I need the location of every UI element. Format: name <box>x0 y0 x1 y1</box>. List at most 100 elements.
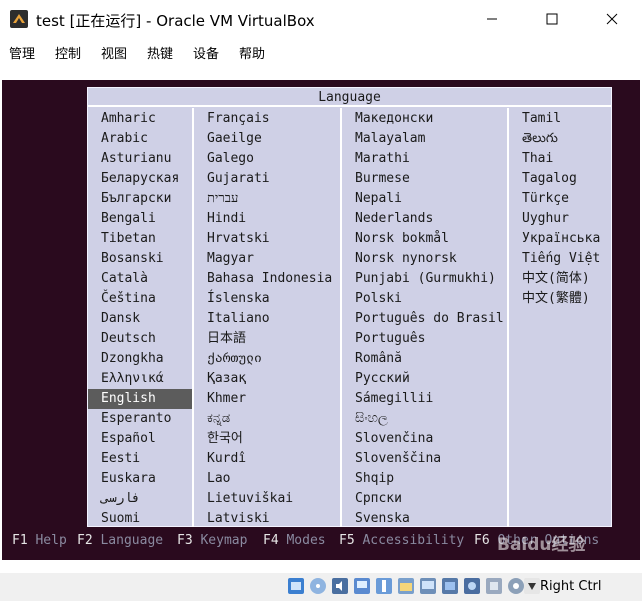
language-option[interactable]: Slovenščina <box>342 449 507 469</box>
language-option[interactable]: Tibetan <box>88 229 192 249</box>
language-option[interactable]: Malayalam <box>342 129 507 149</box>
language-option[interactable]: Amharic <box>88 109 192 129</box>
language-option[interactable]: Slovenčina <box>342 429 507 449</box>
language-option[interactable]: Eesti <box>88 449 192 469</box>
language-option[interactable]: Türkçe <box>509 189 613 209</box>
language-option[interactable]: Bengali <box>88 209 192 229</box>
language-option[interactable]: Punjabi (Gurmukhi) <box>342 269 507 289</box>
language-option[interactable]: ಕನ್ನಡ <box>194 409 340 429</box>
language-option[interactable]: Euskara <box>88 469 192 489</box>
language-option[interactable]: Dansk <box>88 309 192 329</box>
language-option[interactable]: 中文(简体) <box>509 269 613 289</box>
language-option[interactable]: Hindi <box>194 209 340 229</box>
language-option[interactable]: Marathi <box>342 149 507 169</box>
language-option[interactable]: Nepali <box>342 189 507 209</box>
language-option[interactable]: Gujarati <box>194 169 340 189</box>
fkey-f2[interactable]: F2 Language <box>77 531 163 551</box>
language-option[interactable]: فارسی <box>88 489 192 509</box>
language-option[interactable]: Български <box>88 189 192 209</box>
language-option[interactable]: Dzongkha <box>88 349 192 369</box>
language-option[interactable]: Magyar <box>194 249 340 269</box>
language-option[interactable]: Català <box>88 269 192 289</box>
audio-icon[interactable] <box>332 578 348 594</box>
language-option[interactable]: Suomi <box>88 509 192 529</box>
minimize-button[interactable] <box>469 0 515 38</box>
network-icon[interactable] <box>354 578 370 594</box>
language-option[interactable]: Norsk nynorsk <box>342 249 507 269</box>
language-option[interactable]: Uyghur <box>509 209 613 229</box>
language-option[interactable]: 日本語 <box>194 329 340 349</box>
language-option[interactable]: 한국어 <box>194 429 340 449</box>
language-option[interactable]: Deutsch <box>88 329 192 349</box>
fkey-f5[interactable]: F5 Accessibility <box>339 531 464 551</box>
language-option[interactable]: Khmer <box>194 389 340 409</box>
language-option[interactable]: Asturianu <box>88 149 192 169</box>
menu-manage[interactable]: 管理 <box>9 43 35 62</box>
language-option[interactable]: Македонски <box>342 109 507 129</box>
display-icon[interactable] <box>420 578 436 594</box>
fkey-f1[interactable]: F1 Help <box>12 531 67 551</box>
language-option[interactable]: Polski <box>342 289 507 309</box>
video-capture-icon[interactable] <box>442 578 458 594</box>
close-button[interactable] <box>589 0 635 38</box>
language-option[interactable]: Português <box>342 329 507 349</box>
language-option[interactable]: ქართული <box>194 349 340 369</box>
language-option[interactable]: Burmese <box>342 169 507 189</box>
vm-screen[interactable]: Language Amharic Arabic Asturianu Беларуска… <box>2 80 640 560</box>
language-option[interactable]: Gaeilge <box>194 129 340 149</box>
recording-icon[interactable] <box>464 578 480 594</box>
language-option[interactable]: עברית <box>194 189 340 209</box>
language-option[interactable]: Ελληνικά <box>88 369 192 389</box>
language-option[interactable]: Беларуская <box>88 169 192 189</box>
menu-control[interactable]: 控制 <box>55 43 81 62</box>
optical-drive-icon[interactable] <box>310 578 326 594</box>
language-menu: Language Amharic Arabic Asturianu Беларуска… <box>87 87 612 527</box>
language-option[interactable]: Thai <box>509 149 613 169</box>
language-option[interactable]: Íslenska <box>194 289 340 309</box>
language-option[interactable]: Latviski <box>194 509 340 529</box>
language-option[interactable]: Italiano <box>194 309 340 329</box>
language-option[interactable]: Português do Brasil <box>342 309 507 329</box>
menu-view[interactable]: 视图 <box>101 43 127 62</box>
language-option[interactable]: Kurdî <box>194 449 340 469</box>
language-option[interactable]: Română <box>342 349 507 369</box>
mouse-integration-icon[interactable] <box>508 578 524 594</box>
language-option[interactable]: Bosanski <box>88 249 192 269</box>
language-option[interactable]: සිංහල <box>342 409 507 429</box>
language-option[interactable]: Esperanto <box>88 409 192 429</box>
language-option[interactable]: Galego <box>194 149 340 169</box>
menu-devices[interactable]: 设备 <box>193 43 219 62</box>
hard-disk-icon[interactable] <box>288 578 304 594</box>
language-option[interactable]: Қазақ <box>194 369 340 389</box>
cpu-icon[interactable] <box>486 578 502 594</box>
language-option[interactable]: Hrvatski <box>194 229 340 249</box>
language-option[interactable]: 中文(繁體) <box>509 289 613 309</box>
language-option[interactable]: Sámegillii <box>342 389 507 409</box>
language-option[interactable]: Français <box>194 109 340 129</box>
language-option[interactable]: Lietuviškai <box>194 489 340 509</box>
fkey-f4[interactable]: F4 Modes <box>263 531 326 551</box>
language-option[interactable]: Bahasa Indonesia <box>194 269 340 289</box>
maximize-button[interactable] <box>529 0 575 38</box>
language-option[interactable]: Español <box>88 429 192 449</box>
shared-folder-icon[interactable] <box>398 578 414 594</box>
menu-hotkeys[interactable]: 热键 <box>147 43 173 62</box>
language-option[interactable]: Tamil <box>509 109 613 129</box>
language-option[interactable]: Norsk bokmål <box>342 229 507 249</box>
language-option[interactable]: Српски <box>342 489 507 509</box>
language-option[interactable]: Arabic <box>88 129 192 149</box>
language-option[interactable]: English <box>88 389 192 409</box>
language-option[interactable]: Čeština <box>88 289 192 309</box>
language-option[interactable]: Shqip <box>342 469 507 489</box>
menu-help[interactable]: 帮助 <box>239 43 265 62</box>
language-option[interactable]: Svenska <box>342 509 507 529</box>
language-option[interactable]: Nederlands <box>342 209 507 229</box>
language-option[interactable]: Українська <box>509 229 613 249</box>
language-option[interactable]: తెలుగు <box>509 129 613 149</box>
fkey-f3[interactable]: F3 Keymap <box>177 531 247 551</box>
language-option[interactable]: Tiếng Việt <box>509 249 613 269</box>
language-option[interactable]: Lao <box>194 469 340 489</box>
language-option[interactable]: Tagalog <box>509 169 613 189</box>
usb-icon[interactable] <box>376 578 392 594</box>
language-option[interactable]: Русский <box>342 369 507 389</box>
